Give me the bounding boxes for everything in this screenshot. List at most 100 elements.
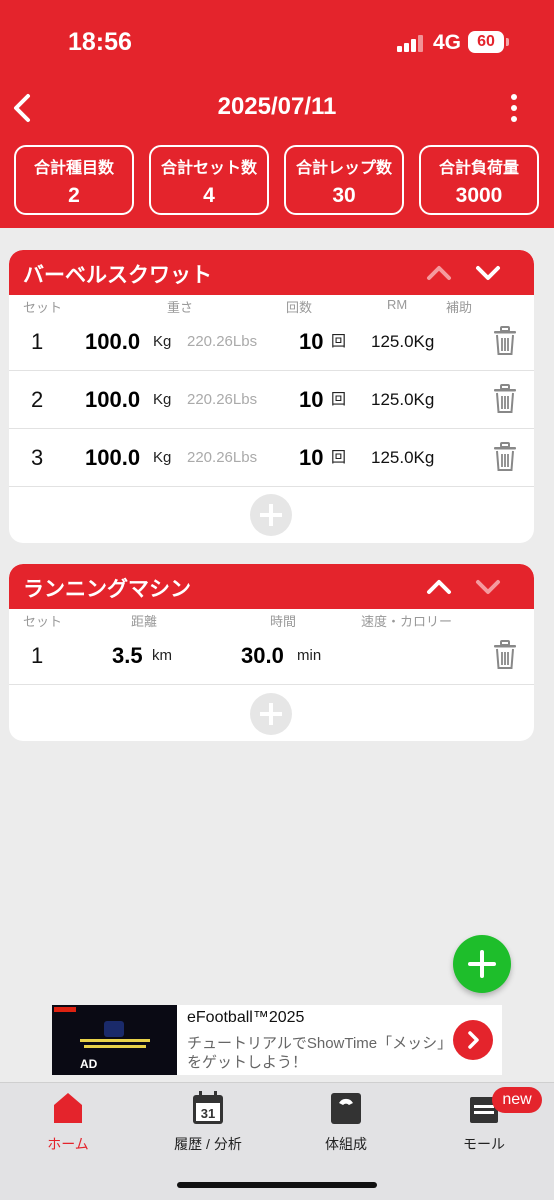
ad-open-button[interactable] (453, 1020, 493, 1060)
ad-thumbnail: AD (52, 1005, 177, 1075)
tab-label: 履歴 / 分析 (174, 1136, 242, 1152)
set-row[interactable]: 3 100.0 Kg 220.26Lbs 10 回 125.0Kg (9, 429, 534, 487)
battery-icon: 60 (468, 31, 504, 53)
move-down-button[interactable] (473, 258, 503, 288)
calendar-icon: 31 (193, 1091, 223, 1124)
weight-lbs: 220.26Lbs (187, 391, 258, 408)
delete-set-button[interactable] (493, 442, 517, 472)
exercise-card-header: ランニングマシン (9, 564, 534, 609)
svg-text:31: 31 (201, 1106, 215, 1121)
summary-total-exercises: 合計種目数 2 (14, 145, 134, 215)
chevron-down-icon (476, 580, 500, 594)
status-time: 18:56 (68, 28, 132, 56)
rm-value: 125.0Kg (371, 332, 435, 351)
exercise-card-squat: バーベルスクワット セット 重さ 回数 RM 補助 1 100.0 Kg 220… (9, 250, 534, 543)
exercise-card-header: バーベルスクワット (9, 250, 534, 295)
ad-badge: AD (80, 1057, 98, 1071)
reps-unit: 回 (331, 449, 347, 466)
summary-label: 合計種目数 (33, 160, 114, 177)
exercise-title: バーベルスクワット (23, 264, 212, 287)
network-type: 4G (433, 31, 462, 54)
exercise-title: ランニングマシン (23, 578, 191, 601)
chevron-right-icon (468, 1031, 479, 1049)
time-unit: min (297, 647, 322, 664)
reps-unit: 回 (331, 391, 347, 408)
reps-unit: 回 (331, 333, 347, 350)
tab-history[interactable]: 31 履歴 / 分析 (148, 1091, 268, 1161)
status-bar: 18:56 4G 60 (0, 0, 554, 84)
ad-thumb-logo-bar (54, 1007, 76, 1012)
summary-total-load: 合計負荷量 3000 (419, 145, 539, 215)
delete-set-button[interactable] (493, 326, 517, 356)
rm-value: 125.0Kg (371, 448, 435, 467)
exercise-card-treadmill: ランニングマシン セット 距離 時間 速度・カロリー 1 3.5 km 30.0… (9, 564, 534, 741)
add-exercise-button[interactable] (453, 935, 511, 993)
home-indicator (177, 1182, 377, 1188)
chevron-up-icon (427, 580, 451, 594)
chevron-down-icon (476, 266, 500, 280)
tab-home[interactable]: ホーム (8, 1091, 128, 1161)
column-header-rm: RM (387, 297, 408, 312)
summary-value: 30 (332, 184, 356, 207)
weight-value[interactable]: 100.0 (85, 429, 140, 487)
tab-label: 体組成 (325, 1136, 367, 1152)
set-number: 1 (31, 643, 44, 668)
distance-unit: km (152, 647, 172, 664)
trash-icon (494, 326, 516, 355)
weight-value[interactable]: 100.0 (85, 371, 140, 429)
new-badge: new (492, 1087, 542, 1113)
weight-lbs: 220.26Lbs (187, 449, 258, 466)
trash-icon (494, 384, 516, 413)
scale-icon (331, 1093, 361, 1124)
trash-icon (494, 442, 516, 471)
summary-label: 合計負荷量 (438, 160, 519, 177)
move-down-button[interactable] (473, 572, 503, 602)
set-number: 2 (31, 387, 44, 412)
reps-value[interactable]: 10 (299, 313, 323, 371)
ad-description: チュートリアルでShowTime「メッシ」をゲットしよう！ (187, 1035, 445, 1071)
summary-total-sets: 合計セット数 4 (149, 145, 269, 215)
set-number: 1 (31, 329, 44, 354)
battery-tip (506, 38, 509, 46)
set-number: 3 (31, 445, 44, 470)
page-title: 2025/07/11 (217, 93, 337, 120)
add-set-button[interactable] (250, 693, 292, 735)
summary-total-reps: 合計レップ数 30 (284, 145, 404, 215)
summary-value: 2 (68, 184, 80, 207)
weight-unit: Kg (153, 333, 172, 350)
set-row[interactable]: 1 3.5 km 30.0 min (9, 627, 534, 685)
delete-set-button[interactable] (493, 384, 517, 414)
game-logo-icon (104, 1021, 124, 1037)
delete-set-button[interactable] (493, 640, 517, 670)
trash-icon (494, 640, 516, 669)
app-header: 18:56 4G 60 2025/07/11 合計種目数 2 合計セット数 4 … (0, 0, 554, 228)
summary-value: 4 (203, 184, 215, 207)
summary-label: 合計レップ数 (295, 160, 392, 177)
rm-value: 125.0Kg (371, 390, 435, 409)
weight-unit: Kg (153, 449, 172, 466)
ad-thumb-text (84, 1045, 146, 1048)
tab-body-composition[interactable]: 体組成 (286, 1091, 406, 1161)
weight-value[interactable]: 100.0 (85, 313, 140, 371)
ad-title: eFootball™2025 (187, 1009, 305, 1026)
set-row[interactable]: 2 100.0 Kg 220.26Lbs 10 回 125.0Kg (9, 371, 534, 429)
ad-banner[interactable]: AD eFootball™2025 チュートリアルでShowTime「メッシ」を… (52, 1005, 502, 1075)
summary-label: 合計セット数 (160, 160, 257, 177)
more-menu-button[interactable] (504, 90, 524, 126)
reps-value[interactable]: 10 (299, 429, 323, 487)
time-value[interactable]: 30.0 (241, 627, 284, 685)
set-row[interactable]: 1 100.0 Kg 220.26Lbs 10 回 125.0Kg (9, 313, 534, 371)
ad-thumb-text (80, 1039, 150, 1042)
chevron-up-icon (427, 266, 451, 280)
distance-value[interactable]: 3.5 (112, 627, 143, 685)
home-icon (54, 1093, 82, 1123)
move-up-button[interactable] (424, 572, 454, 602)
weight-lbs: 220.26Lbs (187, 333, 258, 350)
signal-icon (397, 34, 425, 52)
reps-value[interactable]: 10 (299, 371, 323, 429)
tab-label: モール (463, 1136, 505, 1152)
move-up-button[interactable] (424, 258, 454, 288)
weight-unit: Kg (153, 391, 172, 408)
add-set-button[interactable] (250, 494, 292, 536)
summary-value: 3000 (455, 184, 503, 207)
